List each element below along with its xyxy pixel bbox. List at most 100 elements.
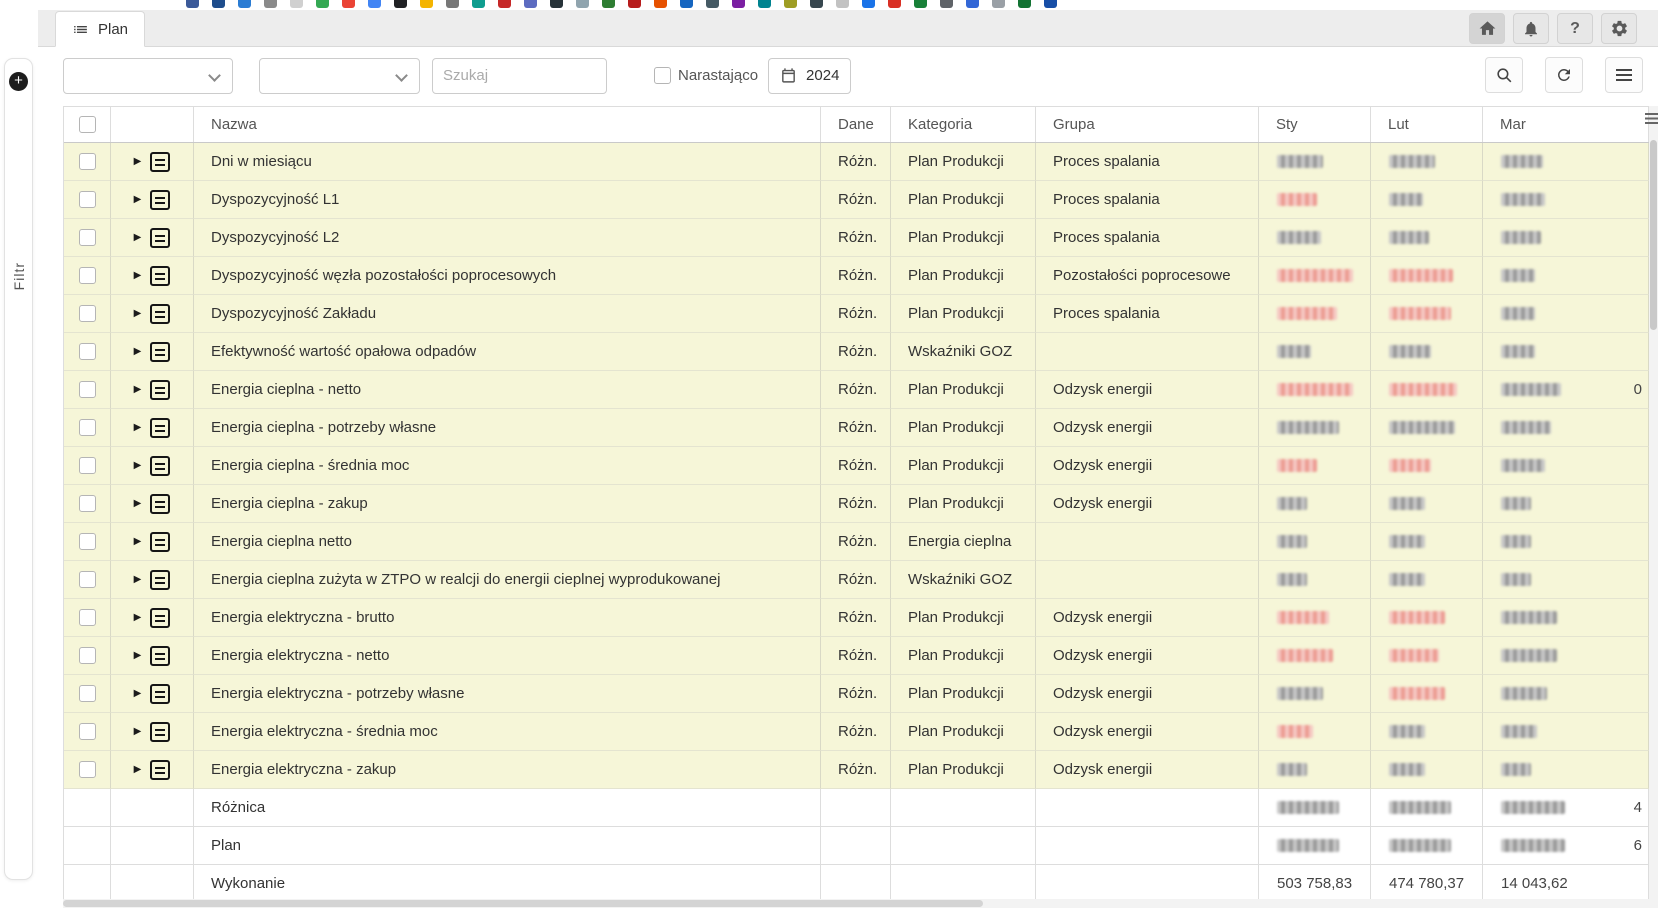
browser-favicon[interactable]: [680, 0, 693, 8]
expand-icon[interactable]: ▶: [134, 613, 142, 623]
tab-plan[interactable]: Plan: [55, 11, 145, 47]
table-row[interactable]: ▶Energia cieplna - nettoRóżn.Plan Produk…: [64, 371, 1649, 409]
help-button[interactable]: ?: [1557, 13, 1593, 44]
header-kategoria[interactable]: Kategoria: [891, 107, 1036, 142]
select-all-checkbox[interactable]: [79, 116, 96, 133]
row-checkbox[interactable]: [79, 761, 96, 778]
table-row[interactable]: ▶Energia cieplna - potrzeby własneRóżn.P…: [64, 409, 1649, 447]
browser-favicon[interactable]: [862, 0, 875, 8]
narastajaco-checkbox[interactable]: [654, 67, 671, 84]
refresh-button[interactable]: [1545, 57, 1583, 93]
browser-favicon[interactable]: [706, 0, 719, 8]
browser-favicon[interactable]: [394, 0, 407, 8]
browser-favicon[interactable]: [758, 0, 771, 8]
row-menu-button[interactable]: [150, 152, 170, 172]
table-row[interactable]: ▶Dyspozycyjność węzła pozostałości popro…: [64, 257, 1649, 295]
vertical-scrollbar[interactable]: [1649, 106, 1658, 908]
search-button[interactable]: [1485, 57, 1523, 93]
row-menu-button[interactable]: [150, 570, 170, 590]
expand-icon[interactable]: ▶: [134, 461, 142, 471]
table-row[interactable]: ▶Energia cieplna - średnia mocRóżn.Plan …: [64, 447, 1649, 485]
table-row[interactable]: ▶Efektywność wartość opałowa odpadówRóżn…: [64, 333, 1649, 371]
browser-favicon[interactable]: [368, 0, 381, 8]
year-picker[interactable]: 2024: [768, 58, 851, 94]
expand-icon[interactable]: ▶: [134, 765, 142, 775]
browser-favicon[interactable]: [498, 0, 511, 8]
horizontal-scrollbar[interactable]: [63, 899, 1649, 908]
browser-favicon[interactable]: [316, 0, 329, 8]
row-menu-button[interactable]: [150, 494, 170, 514]
row-checkbox[interactable]: [79, 229, 96, 246]
header-lut[interactable]: Lut: [1371, 107, 1483, 142]
row-checkbox[interactable]: [79, 153, 96, 170]
table-row[interactable]: ▶Dyspozycyjność L1Różn.Plan ProdukcjiPro…: [64, 181, 1649, 219]
table-row[interactable]: ▶Energia cieplna - zakupRóżn.Plan Produk…: [64, 485, 1649, 523]
expand-icon[interactable]: ▶: [134, 651, 142, 661]
row-menu-button[interactable]: [150, 456, 170, 476]
row-menu-button[interactable]: [150, 228, 170, 248]
browser-favicon[interactable]: [810, 0, 823, 8]
browser-favicon[interactable]: [420, 0, 433, 8]
row-menu-button[interactable]: [150, 342, 170, 362]
row-menu-button[interactable]: [150, 418, 170, 438]
expand-icon[interactable]: ▶: [134, 575, 142, 585]
browser-favicon[interactable]: [446, 0, 459, 8]
filter-dropdown-1[interactable]: [63, 58, 233, 94]
expand-icon[interactable]: ▶: [134, 347, 142, 357]
row-checkbox[interactable]: [79, 191, 96, 208]
row-menu-button[interactable]: [150, 304, 170, 324]
row-menu-button[interactable]: [150, 608, 170, 628]
browser-favicon[interactable]: [602, 0, 615, 8]
table-row[interactable]: ▶Energia elektryczna - zakupRóżn.Plan Pr…: [64, 751, 1649, 789]
row-menu-button[interactable]: [150, 532, 170, 552]
header-grupa[interactable]: Grupa: [1036, 107, 1259, 142]
expand-icon[interactable]: ▶: [134, 271, 142, 281]
search-input[interactable]: [432, 58, 607, 94]
browser-favicon[interactable]: [888, 0, 901, 8]
expand-icon[interactable]: ▶: [134, 195, 142, 205]
browser-favicon[interactable]: [212, 0, 225, 8]
row-checkbox[interactable]: [79, 647, 96, 664]
row-checkbox[interactable]: [79, 609, 96, 626]
expand-icon[interactable]: ▶: [134, 499, 142, 509]
browser-favicon[interactable]: [1018, 0, 1031, 8]
table-row[interactable]: ▶Energia elektryczna - średnia mocRóżn.P…: [64, 713, 1649, 751]
table-row[interactable]: ▶Dni w miesiącuRóżn.Plan ProdukcjiProces…: [64, 143, 1649, 181]
header-mar[interactable]: Mar: [1483, 107, 1649, 142]
browser-favicon[interactable]: [654, 0, 667, 8]
filter-dropdown-2[interactable]: [259, 58, 420, 94]
row-checkbox[interactable]: [79, 457, 96, 474]
browser-favicon[interactable]: [472, 0, 485, 8]
browser-favicon[interactable]: [940, 0, 953, 8]
add-icon[interactable]: +: [9, 72, 28, 91]
expand-icon[interactable]: ▶: [134, 537, 142, 547]
expand-icon[interactable]: ▶: [134, 423, 142, 433]
filter-rail-label[interactable]: Filtr: [11, 262, 27, 290]
table-row[interactable]: ▶Energia cieplna nettoRóżn.Energia ciepl…: [64, 523, 1649, 561]
table-row[interactable]: ▶Energia elektryczna - nettoRóżn.Plan Pr…: [64, 637, 1649, 675]
expand-icon[interactable]: ▶: [134, 727, 142, 737]
column-menu-button[interactable]: [1645, 113, 1658, 124]
horizontal-scrollbar-thumb[interactable]: [63, 900, 983, 907]
header-nazwa[interactable]: Nazwa: [194, 107, 821, 142]
expand-icon[interactable]: ▶: [134, 157, 142, 167]
row-checkbox[interactable]: [79, 685, 96, 702]
expand-icon[interactable]: ▶: [134, 233, 142, 243]
row-checkbox[interactable]: [79, 419, 96, 436]
browser-favicon[interactable]: [732, 0, 745, 8]
browser-favicon[interactable]: [342, 0, 355, 8]
table-row[interactable]: ▶Energia elektryczna - bruttoRóżn.Plan P…: [64, 599, 1649, 637]
row-checkbox[interactable]: [79, 305, 96, 322]
row-menu-button[interactable]: [150, 190, 170, 210]
browser-favicon[interactable]: [238, 0, 251, 8]
notifications-button[interactable]: [1513, 13, 1549, 44]
browser-favicon[interactable]: [628, 0, 641, 8]
expand-icon[interactable]: ▶: [134, 385, 142, 395]
row-menu-button[interactable]: [150, 722, 170, 742]
row-menu-button[interactable]: [150, 684, 170, 704]
browser-favicon[interactable]: [290, 0, 303, 8]
row-checkbox[interactable]: [79, 723, 96, 740]
home-button[interactable]: [1469, 13, 1505, 44]
browser-favicon[interactable]: [264, 0, 277, 8]
row-checkbox[interactable]: [79, 495, 96, 512]
